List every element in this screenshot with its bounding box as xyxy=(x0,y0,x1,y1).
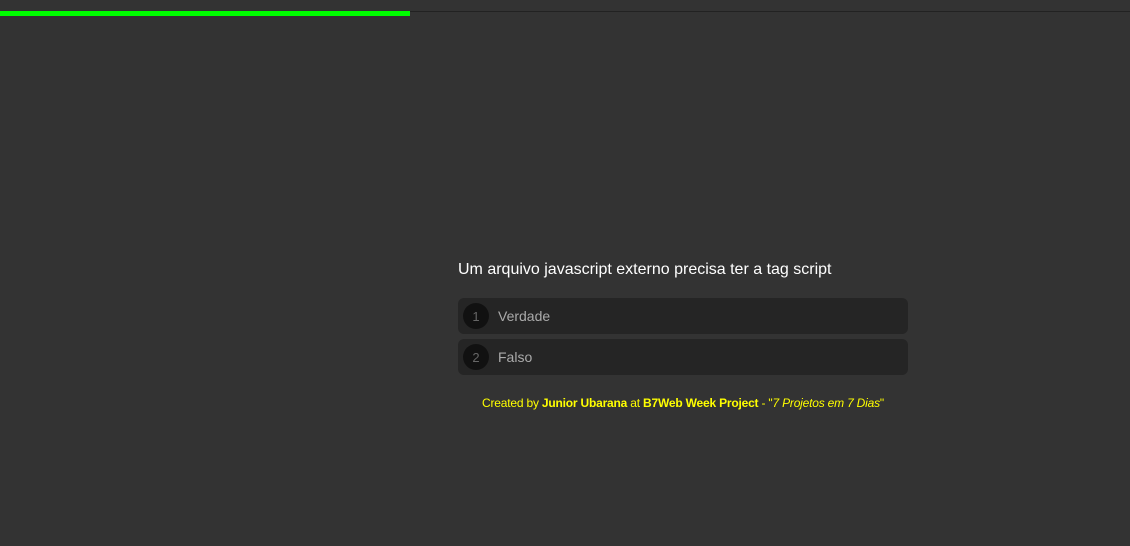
footer-project: B7Web Week Project xyxy=(643,396,759,410)
footer-dash: - " xyxy=(761,396,773,410)
footer-created-by: Created by xyxy=(482,396,539,410)
footer-credits: Created by Junior Ubarana at B7Web Week … xyxy=(458,396,908,410)
footer-author: Junior Ubarana xyxy=(541,396,628,410)
option-label: Verdade xyxy=(498,308,551,324)
progress-bar-fill xyxy=(0,11,411,16)
footer-tagline: 7 Projetos em 7 Dias xyxy=(772,396,881,410)
option-number-badge: 2 xyxy=(463,344,489,370)
progress-bar xyxy=(0,11,1130,17)
quiz-area: Um arquivo javascript externo precisa te… xyxy=(458,258,908,380)
question-text: Um arquivo javascript externo precisa te… xyxy=(458,261,832,278)
option-label: Falso xyxy=(498,349,533,365)
footer-at: at xyxy=(630,396,640,410)
answer-option-2[interactable]: 2 Falso xyxy=(458,339,908,375)
option-number-badge: 1 xyxy=(463,303,489,329)
footer-close-quote: " xyxy=(879,396,884,410)
answer-option-1[interactable]: 1 Verdade xyxy=(458,298,908,334)
